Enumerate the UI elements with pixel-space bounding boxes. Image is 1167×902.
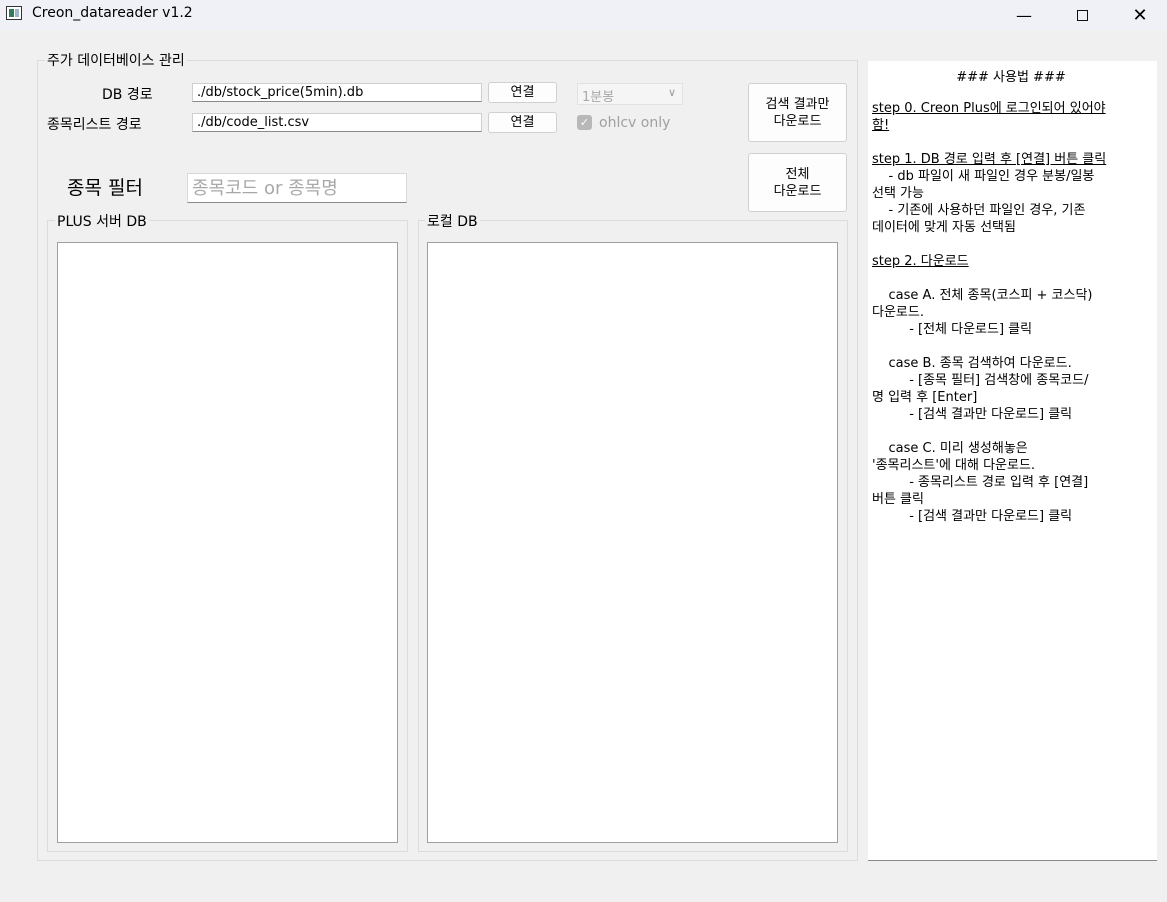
ohlcv-only-label: ohlcv only [599, 115, 671, 131]
ohlcv-only-checkbox[interactable]: ✓ [577, 115, 592, 130]
download-search-results-label: 검색 결과만 다운로드 [765, 96, 830, 129]
usage-help-text: step 0. Creon Plus에 로그인되어 있어야함! step 1. D… [872, 100, 1157, 525]
usage-help-title: ### 사용법 ### [956, 70, 1066, 85]
interval-combobox-value: 1분봉 [582, 90, 615, 105]
window-title: Creon_datareader v1.2 [32, 5, 193, 21]
db-path-input[interactable]: ./db/stock_price(5min).db [192, 83, 482, 102]
help-line: - [전체 다운로드] 클릭 [872, 322, 1033, 337]
help-line [872, 236, 1157, 253]
interval-combobox[interactable]: 1분봉 ∨ [577, 83, 683, 105]
help-line: 선택 가능 [872, 186, 924, 201]
help-line: case C. 미리 생성해놓은 [872, 441, 1028, 456]
db-connect-button[interactable]: 연결 [488, 82, 557, 103]
chevron-down-icon: ∨ [667, 86, 676, 99]
help-line: '종목리스트'에 대해 다운로드. [872, 458, 1036, 473]
help-line: 다운로드. [872, 305, 924, 320]
help-line: 데이터에 맞게 자동 선택됨 [872, 220, 1016, 235]
help-line: - [검색 결과만 다운로드] 클릭 [872, 509, 1073, 524]
help-line: step 2. 다운로드 [872, 254, 969, 269]
help-line: step 1. DB 경로 입력 후 [연결] 버튼 클릭 [872, 152, 1107, 167]
help-line [872, 423, 1157, 440]
app-icon [6, 6, 22, 20]
help-line [872, 134, 1157, 151]
maximize-button[interactable] [1053, 0, 1111, 30]
stock-db-group-title: 주가 데이터베이스 관리 [45, 50, 187, 70]
stock-filter-input[interactable] [187, 173, 407, 203]
help-line: - db 파일이 새 파일인 경우 분봉/일봉 [872, 169, 1095, 184]
help-line: 버튼 클릭 [872, 492, 924, 507]
stock-filter-label: 종목 필터 [67, 177, 143, 199]
local-db-title: 로컬 DB [425, 211, 480, 231]
download-search-results-button[interactable]: 검색 결과만 다운로드 [748, 83, 847, 142]
help-line [872, 338, 1157, 355]
help-line: - [검색 결과만 다운로드] 클릭 [872, 407, 1073, 422]
close-button[interactable]: ✕ [1111, 0, 1167, 30]
help-line: step 0. Creon Plus에 로그인되어 있어야 [872, 101, 1106, 116]
help-line: - 기존에 사용하던 파일인 경우, 기존 [872, 203, 1086, 218]
plus-server-db-title: PLUS 서버 DB [55, 211, 149, 231]
local-db-list[interactable] [427, 242, 838, 843]
help-line: case A. 전체 종목(코스피 + 코스닥) [872, 288, 1093, 303]
code-list-path-label: 종목리스트 경로 [47, 117, 142, 133]
plus-server-db-list[interactable] [57, 242, 398, 843]
help-line: case B. 종목 검색하여 다운로드. [872, 356, 1072, 371]
help-line: - 종목리스트 경로 입력 후 [연결] [872, 475, 1089, 490]
help-line: - [종목 필터] 검색창에 종목코드/ [872, 373, 1089, 388]
code-list-path-input[interactable]: ./db/code_list.csv [192, 113, 482, 132]
usage-help-panel: ### 사용법 ### step 0. Creon Plus에 로그인되어 있어… [868, 61, 1157, 861]
help-line [872, 270, 1157, 287]
help-line: 명 입력 후 [Enter] [872, 390, 978, 405]
download-all-button[interactable]: 전체 다운로드 [748, 153, 847, 212]
download-all-label: 전체 다운로드 [773, 166, 822, 199]
code-list-connect-button[interactable]: 연결 [488, 112, 557, 133]
db-path-label: DB 경로 [102, 87, 153, 103]
minimize-button[interactable]: — [995, 0, 1053, 30]
help-line: 함! [872, 118, 890, 133]
maximize-icon [1076, 9, 1088, 21]
